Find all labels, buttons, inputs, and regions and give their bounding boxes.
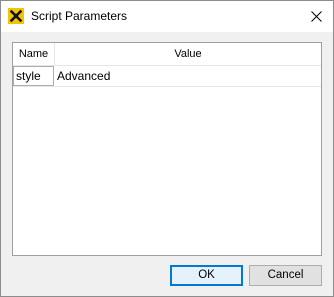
title-bar[interactable]: Script Parameters (1, 1, 333, 32)
parameters-grid[interactable]: Name Value style Advanced (12, 42, 322, 256)
close-button[interactable] (299, 1, 333, 32)
column-header-name[interactable]: Name (13, 43, 55, 65)
window-title: Script Parameters (31, 9, 128, 23)
table-row[interactable]: style Advanced (13, 66, 321, 87)
cancel-button[interactable]: Cancel (249, 265, 322, 286)
parameter-value-cell[interactable]: Advanced (56, 66, 321, 86)
parameter-name-cell[interactable]: style (13, 66, 54, 86)
column-header-value[interactable]: Value (55, 43, 321, 65)
close-icon (310, 11, 322, 22)
grid-header: Name Value (13, 43, 321, 66)
app-icon (8, 8, 24, 24)
script-parameters-dialog: Script Parameters Name Value style Advan… (0, 0, 334, 297)
ok-button[interactable]: OK (170, 265, 243, 286)
